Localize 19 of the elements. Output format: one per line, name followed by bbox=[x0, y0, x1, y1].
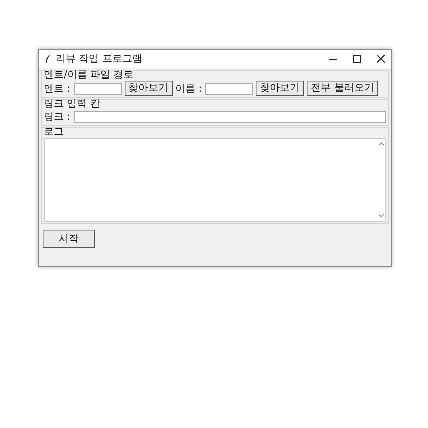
field-label: 멘트 : bbox=[44, 82, 71, 96]
browse-button[interactable]: 찾아보기 bbox=[256, 81, 304, 96]
input-field[interactable] bbox=[74, 82, 122, 94]
feather-icon bbox=[45, 54, 52, 64]
close-icon[interactable] bbox=[377, 55, 385, 63]
maximize-icon[interactable] bbox=[353, 55, 361, 63]
window-title: 리뷰 작업 프로그램 bbox=[56, 53, 142, 66]
browse-button[interactable]: 찾아보기 bbox=[124, 81, 173, 96]
group-label: 링크 입력 칸 bbox=[44, 99, 100, 110]
link-field[interactable] bbox=[74, 111, 386, 123]
field-label: 이름 : bbox=[176, 82, 202, 96]
group-label: 로그 bbox=[44, 127, 64, 138]
group-label: 멘트/이름 파일 경로 bbox=[44, 70, 134, 81]
scroll-down-icon[interactable] bbox=[378, 214, 384, 218]
input-field[interactable] bbox=[205, 82, 254, 94]
start-button[interactable]: 시작 bbox=[43, 230, 95, 248]
load-all-button[interactable]: 전부 불러오기 bbox=[307, 81, 378, 96]
field-label: 링크 : bbox=[44, 111, 71, 124]
scroll-up-icon[interactable] bbox=[378, 142, 384, 146]
